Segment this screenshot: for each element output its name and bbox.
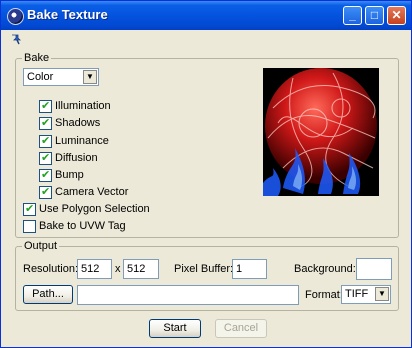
checkbox-label: Luminance: [55, 135, 109, 147]
checkbox-label: Use Polygon Selection: [39, 203, 150, 215]
format-value: TIFF: [345, 288, 369, 300]
chevron-down-icon[interactable]: ▼: [83, 70, 97, 84]
pixel-buffer-value: 1: [236, 263, 243, 275]
app-icon: [7, 8, 24, 25]
checkbox-box[interactable]: [39, 116, 52, 130]
close-button[interactable]: ✕: [387, 6, 406, 25]
pixel-buffer-label: Pixel Buffer:: [174, 263, 234, 275]
checkbox-box[interactable]: [39, 99, 52, 113]
resolution-x-label: x: [115, 263, 121, 275]
checkbox-label: Diffusion: [55, 152, 98, 164]
cancel-button[interactable]: Cancel: [215, 319, 267, 338]
resolution-width-value: 512: [81, 263, 100, 275]
resolution-label: Resolution:: [23, 263, 79, 275]
resolution-width-field[interactable]: 512: [77, 259, 112, 279]
checkbox-label: Shadows: [55, 117, 101, 129]
title-bar[interactable]: Bake Texture _ □ ✕: [1, 1, 411, 30]
checkbox-box[interactable]: [39, 151, 52, 165]
checkbox-label: Camera Vector: [55, 186, 129, 198]
background-color-swatch[interactable]: [356, 258, 392, 280]
format-select[interactable]: TIFF ▼: [341, 285, 391, 304]
pin-icon[interactable]: [10, 33, 24, 45]
checkbox-box[interactable]: [39, 168, 52, 182]
pixel-buffer-field[interactable]: 1: [232, 259, 267, 279]
texture-preview-image: [263, 68, 379, 196]
path-button[interactable]: Path...: [23, 285, 73, 304]
bake-channel-value: Color: [27, 71, 54, 83]
toolbar: [5, 32, 407, 46]
bake-texture-window: Bake Texture _ □ ✕ Bake Color ▼ Illumina…: [0, 0, 412, 348]
maximize-button[interactable]: □: [365, 6, 384, 25]
path-field[interactable]: [77, 285, 299, 305]
checkbox-label: Bump: [55, 169, 84, 181]
resolution-height-field[interactable]: 512: [123, 259, 159, 279]
checkbox-box[interactable]: [23, 202, 36, 216]
start-button[interactable]: Start: [149, 319, 201, 338]
resolution-height-value: 512: [127, 263, 146, 275]
background-label: Background:: [294, 263, 356, 275]
checkbox-box[interactable]: [23, 220, 36, 233]
checkbox-box[interactable]: [39, 134, 52, 148]
checkbox-box[interactable]: [39, 185, 52, 199]
window-title: Bake Texture: [27, 7, 108, 22]
minimize-button[interactable]: _: [343, 6, 362, 25]
checkbox-label: Illumination: [55, 100, 111, 112]
bake-group-label: Bake: [22, 52, 52, 64]
bake-channel-select[interactable]: Color ▼: [23, 68, 99, 86]
checkbox-label: Bake to UVW Tag: [39, 220, 126, 232]
output-group-label: Output: [22, 240, 60, 252]
chevron-down-icon[interactable]: ▼: [375, 287, 389, 301]
format-label: Format:: [305, 289, 343, 301]
